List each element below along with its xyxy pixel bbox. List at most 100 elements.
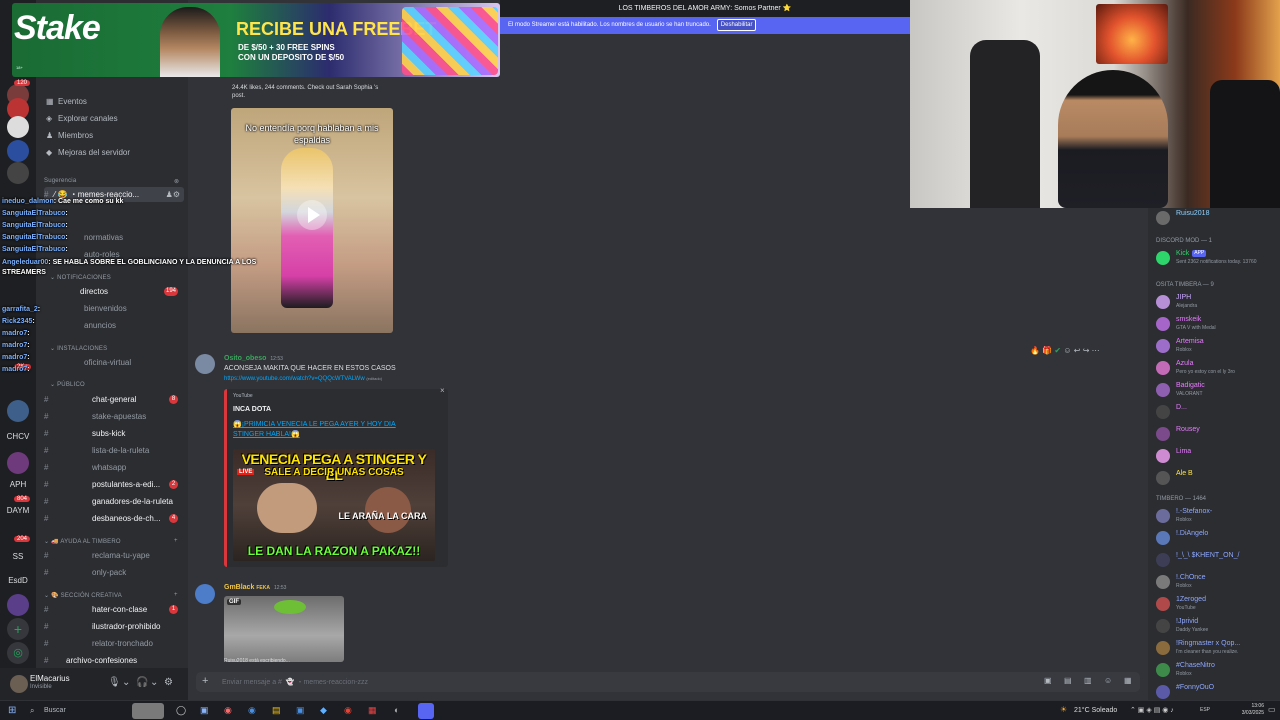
server-icon[interactable]: [7, 116, 29, 138]
sticker-icon[interactable]: ▥: [1084, 676, 1092, 685]
channel-directos[interactable]: directos 194: [44, 284, 184, 299]
member-item[interactable]: !.ChOnce Roblox: [1156, 572, 1280, 592]
taskbar-search[interactable]: Buscar: [44, 707, 66, 714]
app-icon[interactable]: ◆: [320, 705, 327, 716]
message-author[interactable]: Osito_obeso 12:53: [224, 355, 283, 362]
category-suggestion[interactable]: Sugerencia ⊗: [44, 178, 179, 185]
channel-archivo-confesiones[interactable]: # archivo-confesiones: [44, 653, 184, 668]
chevron-down-icon[interactable]: ⌄: [150, 677, 158, 688]
member-item[interactable]: #ChaseNitro Roblox: [1156, 660, 1280, 680]
channel-hater-con-clase[interactable]: # hater-con-clase 1: [44, 602, 184, 617]
member-item[interactable]: Ruisu2018: [1156, 208, 1280, 228]
member-item[interactable]: !Ringmaster x Qop... I'm cleaner than you…: [1156, 638, 1280, 658]
gift-icon[interactable]: ▣: [1044, 676, 1052, 685]
taskbar-widget[interactable]: [132, 703, 164, 719]
category-installations[interactable]: ⌄ INSTALACIONES: [50, 345, 107, 352]
member-item[interactable]: JIPH Alejandra: [1156, 292, 1280, 312]
channel-auto-roles[interactable]: auto-roles: [44, 247, 184, 262]
user-name[interactable]: ElMacarius: [30, 674, 70, 683]
app-icon[interactable]: ◐: [394, 705, 399, 715]
disable-streamer-button[interactable]: Deshabilitar: [716, 19, 757, 31]
headphones-icon[interactable]: 🎧: [136, 677, 148, 688]
category-notifications[interactable]: ⌄ NOTIFICACIONES: [50, 274, 111, 281]
channel-ganadores[interactable]: # ganadores-de-la-ruleta: [44, 494, 184, 509]
channel-stake-apuestas[interactable]: # stake-apuestas: [44, 409, 184, 424]
server-icon[interactable]: [7, 162, 29, 184]
server-icon[interactable]: [7, 400, 29, 422]
server-label[interactable]: EsdD: [2, 576, 34, 585]
channel-oficina-virtual[interactable]: oficina-virtual: [44, 355, 184, 370]
category-public[interactable]: ⌄ PÚBLICO: [50, 381, 85, 388]
task-view-icon[interactable]: ◯: [176, 705, 186, 716]
embed-thumbnail[interactable]: VENECIA PEGA A STINGER Y EL SALE A DECIR…: [233, 449, 435, 561]
server-icon[interactable]: [7, 594, 29, 616]
windows-start-icon[interactable]: ⊞: [8, 705, 16, 716]
clock[interactable]: 13:06 3/03/2025: [1224, 703, 1264, 717]
explore-icon[interactable]: ◎: [7, 642, 29, 664]
member-item[interactable]: Artemisa Roblox: [1156, 336, 1280, 356]
emoji-icon[interactable]: ☺: [1063, 346, 1071, 355]
channel-desbaneos[interactable]: # desbaneos-de-ch... 4: [44, 511, 184, 526]
play-icon[interactable]: [297, 200, 327, 230]
channel-anuncios[interactable]: anuncios: [44, 318, 184, 333]
server-label[interactable]: SS: [2, 552, 34, 561]
category-help[interactable]: ⌄ 🚚 AYUDA AL TIMBERO +: [44, 538, 178, 545]
gif-icon[interactable]: ▤: [1064, 676, 1072, 685]
more-icon[interactable]: ⋯: [1092, 346, 1100, 355]
channel-subs-kick[interactable]: # subs-kick: [44, 426, 184, 441]
channel-normativas[interactable]: normativas: [44, 230, 184, 245]
embed-title[interactable]: 😱¡PRIMICIA VENECIA LE PEGA AYER Y HOY DI…: [233, 420, 418, 440]
member-item[interactable]: #FonnyOuO: [1156, 682, 1280, 702]
check-icon[interactable]: ✔: [1054, 346, 1061, 355]
microphone-icon[interactable]: 🎙: [108, 677, 121, 688]
member-item[interactable]: smskeik GTA V with Medal: [1156, 314, 1280, 334]
channel-postulantes[interactable]: # postulantes-a-edi... 2: [44, 477, 184, 492]
channel-memes-reaccion[interactable]: # ⁄ 😂 ・memes-reaccio... ♟⚙: [44, 187, 184, 202]
member-item[interactable]: Rousey: [1156, 424, 1280, 444]
add-channel-icon[interactable]: +: [174, 592, 178, 598]
member-item[interactable]: 1Zeroged YouTube: [1156, 594, 1280, 614]
message-link[interactable]: https://www.youtube.com/watch?v=QQQcWTVA…: [224, 376, 382, 382]
video-attachment[interactable]: No entendía porq hablaban a mis espaldas: [231, 108, 393, 333]
gif-attachment[interactable]: GIF: [224, 596, 344, 662]
reply-icon[interactable]: ↩: [1074, 346, 1081, 355]
server-label[interactable]: APH: [2, 480, 34, 489]
channel-reclama-tu-yape[interactable]: # reclama-tu-yape: [44, 548, 184, 563]
member-item[interactable]: Lima: [1156, 446, 1280, 466]
avatar[interactable]: [195, 584, 215, 604]
add-channel-icon[interactable]: +: [174, 538, 178, 544]
browser-icon[interactable]: ◉: [248, 705, 256, 716]
channel-ilustrador-prohibido[interactable]: # ilustrador-prohibido: [44, 619, 184, 634]
channel-bienvenidos[interactable]: bienvenidos: [44, 301, 184, 316]
member-item[interactable]: Ale B: [1156, 468, 1280, 488]
members-link[interactable]: ♟ Miembros: [46, 131, 93, 140]
member-item[interactable]: !Jprivid Daddy Yankee: [1156, 616, 1280, 636]
app-icon[interactable]: ▣: [296, 705, 305, 716]
add-server-icon[interactable]: +: [7, 618, 29, 640]
explore-channels-link[interactable]: ◈ Explorar canales: [46, 114, 118, 123]
member-item[interactable]: !.-Stefanox- Roblox: [1156, 506, 1280, 526]
settings-icon[interactable]: ♟⚙: [166, 187, 180, 202]
message-author[interactable]: GmBlack FEKA 12:53: [224, 584, 286, 591]
folder-icon[interactable]: ▤: [272, 705, 281, 716]
channel-chat-general[interactable]: # chat-general 8: [44, 392, 184, 407]
member-item[interactable]: Azula Pero yo estoy con el ly 3ro: [1156, 358, 1280, 378]
channel-only-pack[interactable]: # only-pack: [44, 565, 184, 580]
category-creative[interactable]: ⌄ 🎨 SECCIÓN CREATIVA +: [44, 592, 178, 599]
member-item[interactable]: !.DiAngelo: [1156, 528, 1280, 548]
search-icon[interactable]: ⌕: [30, 706, 34, 716]
emoji-icon[interactable]: ☺: [1104, 676, 1112, 685]
member-item[interactable]: Kick APP Sent 2362 notifications today. 13…: [1156, 248, 1280, 268]
member-item[interactable]: D...: [1156, 402, 1280, 422]
server-icon[interactable]: [7, 452, 29, 474]
app-icon[interactable]: ▦: [368, 705, 377, 716]
chrome-icon[interactable]: ◉: [344, 705, 352, 716]
forward-icon[interactable]: ↪: [1083, 346, 1090, 355]
channel-relator-tronchado[interactable]: # relator-tronchado: [44, 636, 184, 651]
avatar[interactable]: [10, 675, 28, 693]
discord-taskbar-icon[interactable]: [418, 703, 434, 719]
gear-icon[interactable]: ⚙: [164, 677, 173, 688]
close-icon[interactable]: ×: [440, 386, 445, 395]
embed-author[interactable]: INCA DOTA: [233, 406, 271, 413]
member-item[interactable]: Badigatic VALORANT: [1156, 380, 1280, 400]
